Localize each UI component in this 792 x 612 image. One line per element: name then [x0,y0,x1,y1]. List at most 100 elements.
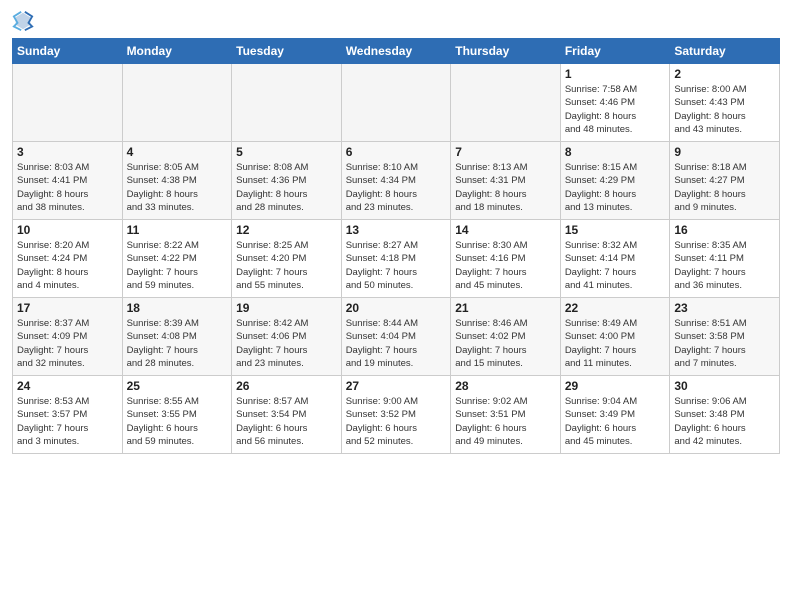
calendar-week-2: 3Sunrise: 8:03 AM Sunset: 4:41 PM Daylig… [13,142,780,220]
calendar-cell: 26Sunrise: 8:57 AM Sunset: 3:54 PM Dayli… [232,376,342,454]
day-number: 25 [127,379,228,393]
calendar-cell: 19 Sunrise: 8:42 AM Sunset: 4:06 PM Dayli… [232,298,342,376]
calendar-cell: 14Sunrise: 8:30 AM Sunset: 4:16 PM Dayli… [451,220,561,298]
calendar-cell: 29 Sunrise: 9:04 AM Sunset: 3:49 PM Dayli… [560,376,670,454]
weekday-header-friday: Friday [560,39,670,64]
calendar-cell: 18 Sunrise: 8:39 AM Sunset: 4:08 PM Dayli… [122,298,232,376]
calendar-cell [122,64,232,142]
calendar-cell: 21 Sunrise: 8:46 AM Sunset: 4:02 PM Dayli… [451,298,561,376]
day-info: Sunrise: 8:39 AM Sunset: 4:08 PM Dayligh… [127,317,228,370]
calendar-cell: 11 Sunrise: 8:22 AM Sunset: 4:22 PM Dayli… [122,220,232,298]
calendar-cell: 4 Sunrise: 8:05 AM Sunset: 4:38 PM Daylig… [122,142,232,220]
weekday-header-thursday: Thursday [451,39,561,64]
calendar-cell: 8 Sunrise: 8:15 AM Sunset: 4:29 PM Daylig… [560,142,670,220]
day-info: Sunrise: 8:51 AM Sunset: 3:58 PM Dayligh… [674,317,775,370]
calendar-cell: 10 Sunrise: 8:20 AM Sunset: 4:24 PM Dayli… [13,220,123,298]
day-info: Sunrise: 8:00 AM Sunset: 4:43 PM Dayligh… [674,83,775,136]
calendar-cell: 25 Sunrise: 8:55 AM Sunset: 3:55 PM Dayli… [122,376,232,454]
day-number: 15 [565,223,666,237]
calendar-week-5: 24 Sunrise: 8:53 AM Sunset: 3:57 PM Dayli… [13,376,780,454]
weekday-header-tuesday: Tuesday [232,39,342,64]
weekday-header-sunday: Sunday [13,39,123,64]
day-number: 20 [346,301,447,315]
day-info: Sunrise: 8:46 AM Sunset: 4:02 PM Dayligh… [455,317,556,370]
day-info: Sunrise: 8:42 AM Sunset: 4:06 PM Dayligh… [236,317,337,370]
weekday-header-wednesday: Wednesday [341,39,451,64]
day-number: 17 [17,301,118,315]
day-number: 23 [674,301,775,315]
day-info: Sunrise: 8:22 AM Sunset: 4:22 PM Dayligh… [127,239,228,292]
day-number: 14 [455,223,556,237]
day-number: 21 [455,301,556,315]
day-info: Sunrise: 8:44 AM Sunset: 4:04 PM Dayligh… [346,317,447,370]
day-number: 8 [565,145,666,159]
calendar-cell: 7 Sunrise: 8:13 AM Sunset: 4:31 PM Daylig… [451,142,561,220]
day-info: Sunrise: 8:55 AM Sunset: 3:55 PM Dayligh… [127,395,228,448]
day-number: 24 [17,379,118,393]
day-number: 26 [236,379,337,393]
day-number: 12 [236,223,337,237]
day-info: Sunrise: 8:37 AM Sunset: 4:09 PM Dayligh… [17,317,118,370]
calendar-week-4: 17 Sunrise: 8:37 AM Sunset: 4:09 PM Dayli… [13,298,780,376]
day-number: 2 [674,67,775,81]
weekday-header-saturday: Saturday [670,39,780,64]
day-number: 9 [674,145,775,159]
day-info: Sunrise: 9:04 AM Sunset: 3:49 PM Dayligh… [565,395,666,448]
day-info: Sunrise: 9:00 AM Sunset: 3:52 PM Dayligh… [346,395,447,448]
day-info: Sunrise: 8:13 AM Sunset: 4:31 PM Dayligh… [455,161,556,214]
calendar-table: SundayMondayTuesdayWednesdayThursdayFrid… [12,38,780,454]
day-info: Sunrise: 8:10 AM Sunset: 4:34 PM Dayligh… [346,161,447,214]
day-number: 7 [455,145,556,159]
calendar-cell: 22Sunrise: 8:49 AM Sunset: 4:00 PM Dayli… [560,298,670,376]
calendar-cell: 9 Sunrise: 8:18 AM Sunset: 4:27 PM Daylig… [670,142,780,220]
day-number: 10 [17,223,118,237]
day-info: Sunrise: 8:53 AM Sunset: 3:57 PM Dayligh… [17,395,118,448]
day-info: Sunrise: 8:27 AM Sunset: 4:18 PM Dayligh… [346,239,447,292]
calendar-cell: 28 Sunrise: 9:02 AM Sunset: 3:51 PM Dayli… [451,376,561,454]
weekday-header-row: SundayMondayTuesdayWednesdayThursdayFrid… [13,39,780,64]
day-info: Sunrise: 8:32 AM Sunset: 4:14 PM Dayligh… [565,239,666,292]
day-number: 30 [674,379,775,393]
day-number: 1 [565,67,666,81]
day-info: Sunrise: 8:49 AM Sunset: 4:00 PM Dayligh… [565,317,666,370]
day-info: Sunrise: 8:18 AM Sunset: 4:27 PM Dayligh… [674,161,775,214]
header [12,10,780,32]
day-number: 27 [346,379,447,393]
day-number: 19 [236,301,337,315]
calendar-cell [13,64,123,142]
day-number: 4 [127,145,228,159]
day-number: 16 [674,223,775,237]
calendar-cell [341,64,451,142]
day-number: 6 [346,145,447,159]
day-info: Sunrise: 7:58 AM Sunset: 4:46 PM Dayligh… [565,83,666,136]
day-number: 18 [127,301,228,315]
day-info: Sunrise: 8:05 AM Sunset: 4:38 PM Dayligh… [127,161,228,214]
day-number: 5 [236,145,337,159]
day-info: Sunrise: 8:20 AM Sunset: 4:24 PM Dayligh… [17,239,118,292]
day-info: Sunrise: 9:06 AM Sunset: 3:48 PM Dayligh… [674,395,775,448]
day-info: Sunrise: 8:35 AM Sunset: 4:11 PM Dayligh… [674,239,775,292]
calendar-cell: 27 Sunrise: 9:00 AM Sunset: 3:52 PM Dayli… [341,376,451,454]
calendar-cell: 24 Sunrise: 8:53 AM Sunset: 3:57 PM Dayli… [13,376,123,454]
day-info: Sunrise: 8:25 AM Sunset: 4:20 PM Dayligh… [236,239,337,292]
day-number: 11 [127,223,228,237]
weekday-header-monday: Monday [122,39,232,64]
calendar-cell: 23 Sunrise: 8:51 AM Sunset: 3:58 PM Dayli… [670,298,780,376]
day-number: 29 [565,379,666,393]
day-info: Sunrise: 8:08 AM Sunset: 4:36 PM Dayligh… [236,161,337,214]
page-container: SundayMondayTuesdayWednesdayThursdayFrid… [0,0,792,462]
day-info: Sunrise: 9:02 AM Sunset: 3:51 PM Dayligh… [455,395,556,448]
calendar-cell: 12 Sunrise: 8:25 AM Sunset: 4:20 PM Dayli… [232,220,342,298]
logo [12,10,38,32]
calendar-week-3: 10 Sunrise: 8:20 AM Sunset: 4:24 PM Dayli… [13,220,780,298]
logo-icon [12,10,34,32]
calendar-cell: 2 Sunrise: 8:00 AM Sunset: 4:43 PM Daylig… [670,64,780,142]
calendar-cell: 30 Sunrise: 9:06 AM Sunset: 3:48 PM Dayli… [670,376,780,454]
calendar-cell [451,64,561,142]
day-info: Sunrise: 8:15 AM Sunset: 4:29 PM Dayligh… [565,161,666,214]
calendar-cell: 17 Sunrise: 8:37 AM Sunset: 4:09 PM Dayli… [13,298,123,376]
calendar-cell: 1 Sunrise: 7:58 AM Sunset: 4:46 PM Daylig… [560,64,670,142]
calendar-cell: 13 Sunrise: 8:27 AM Sunset: 4:18 PM Dayli… [341,220,451,298]
day-number: 13 [346,223,447,237]
day-number: 28 [455,379,556,393]
